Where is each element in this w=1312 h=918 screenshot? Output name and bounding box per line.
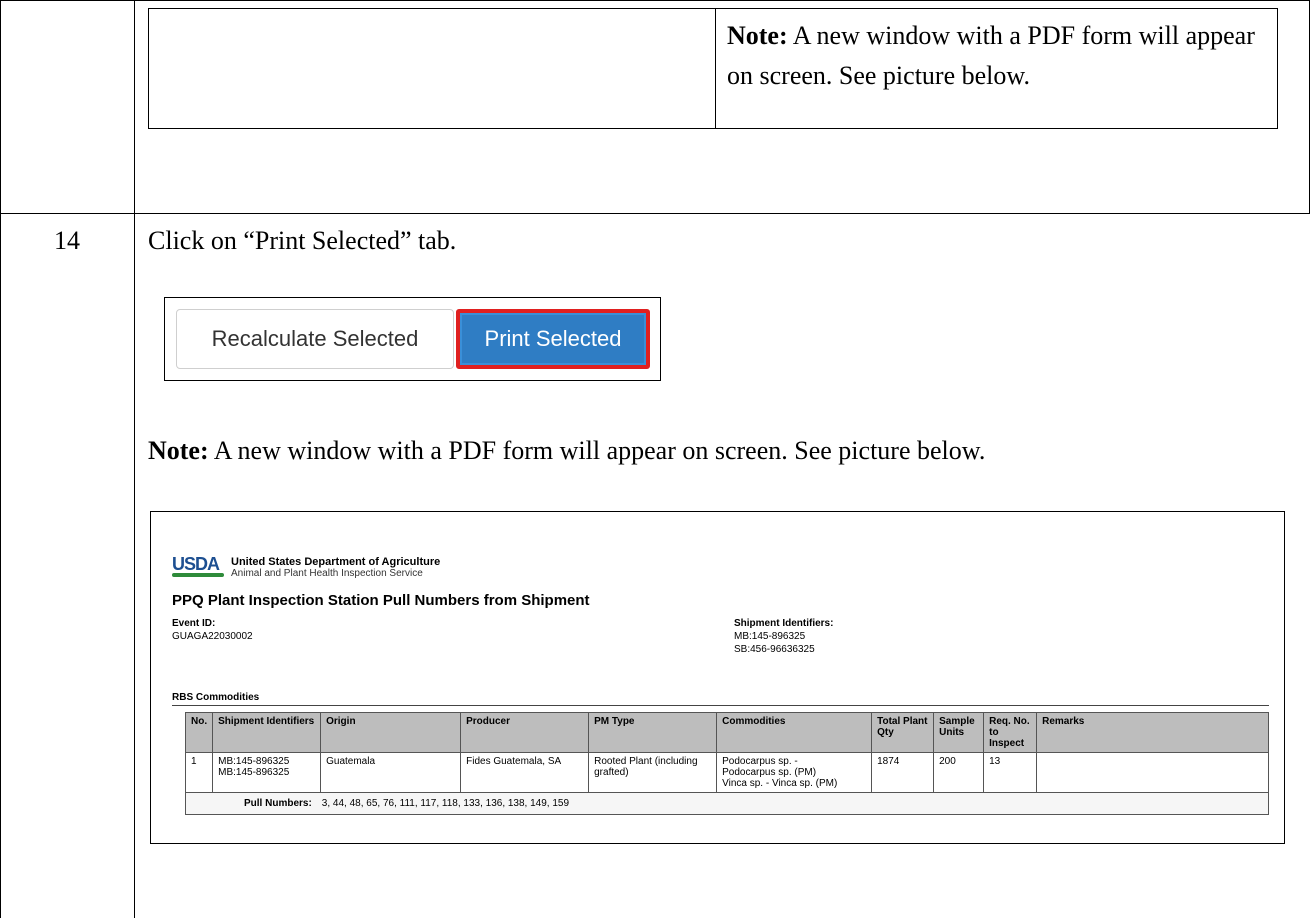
table-border-right [1309,0,1310,214]
agency-name: United States Department of Agriculture [231,556,441,568]
col-header: Req. No. to Inspect [983,712,1038,753]
table-header-row: No. Shipment Identifiers Origin Producer… [184,712,1269,753]
bottom-note: Note: A new window with a PDF form will … [148,436,986,465]
col-header: Sample Units [933,712,985,753]
usda-logo: USDA [172,554,220,574]
cell-producer: Fides Guatemala, SA [460,752,590,796]
table-border-col [134,0,135,918]
col-header: PM Type [588,712,718,753]
event-id-label: Event ID: [172,618,216,629]
table-row: 1 MB:145-896325 MB:145-896325 Guatemala … [184,752,1269,796]
col-header: Total Plant Qty [871,712,935,753]
step-number: 14 [54,226,80,255]
pull-numbers-row: Pull Numbers: 3, 44, 48, 65, 76, 111, 11… [185,792,1269,815]
event-id-value: GUAGA22030002 [172,631,253,642]
cell-sample-units: 200 [933,752,985,796]
cell-remarks [1036,752,1269,796]
note-box-divider [715,8,716,128]
col-header: No. [184,712,214,753]
table-border-left [0,0,1,918]
usda-logo-swoosh [172,573,224,577]
top-note: Note: A new window with a PDF form will … [727,21,1255,90]
step-instruction: Click on “Print Selected” tab. [148,226,457,255]
cell-no: 1 [184,752,214,796]
table-border-top [0,0,1310,1]
button-screenshot: Recalculate Selected Print Selected [164,297,661,381]
cell-req-no: 13 [983,752,1038,796]
print-selected-button[interactable]: Print Selected [456,309,650,369]
col-header: Remarks [1036,712,1269,753]
rbs-commodities-heading: RBS Commodities [172,692,260,703]
cell-origin: Guatemala [320,752,462,796]
note-box: Note: A new window with a PDF form will … [148,8,1278,129]
cell-total-qty: 1874 [871,752,935,796]
col-header: Commodities [716,712,873,753]
shipment-id: MB:145-896325 [734,631,806,642]
pdf-preview: USDA United States Department of Agricul… [150,511,1285,844]
cell-commodities: Podocarpus sp. - Podocarpus sp. (PM) Vin… [716,752,873,796]
pull-numbers-value: 3, 44, 48, 65, 76, 111, 117, 118, 133, 1… [321,798,570,809]
section-rule [172,705,1269,706]
col-header: Producer [460,712,590,753]
cell-pm-type: Rooted Plant (including grafted) [588,752,718,796]
shipment-identifiers-label: Shipment Identifiers: [734,618,834,629]
commodities-table: No. Shipment Identifiers Origin Producer… [184,712,1269,796]
col-header: Shipment Identifiers [212,712,322,753]
agency-subname: Animal and Plant Health Inspection Servi… [231,568,423,579]
col-header: Origin [320,712,462,753]
shipment-id: SB:456-96636325 [734,644,815,655]
table-row-divider [0,213,1310,214]
pdf-title: PPQ Plant Inspection Station Pull Number… [172,592,590,609]
pull-numbers-label: Pull Numbers: [244,798,312,809]
recalculate-selected-button[interactable]: Recalculate Selected [176,309,454,369]
cell-shipment: MB:145-896325 MB:145-896325 [212,752,322,796]
